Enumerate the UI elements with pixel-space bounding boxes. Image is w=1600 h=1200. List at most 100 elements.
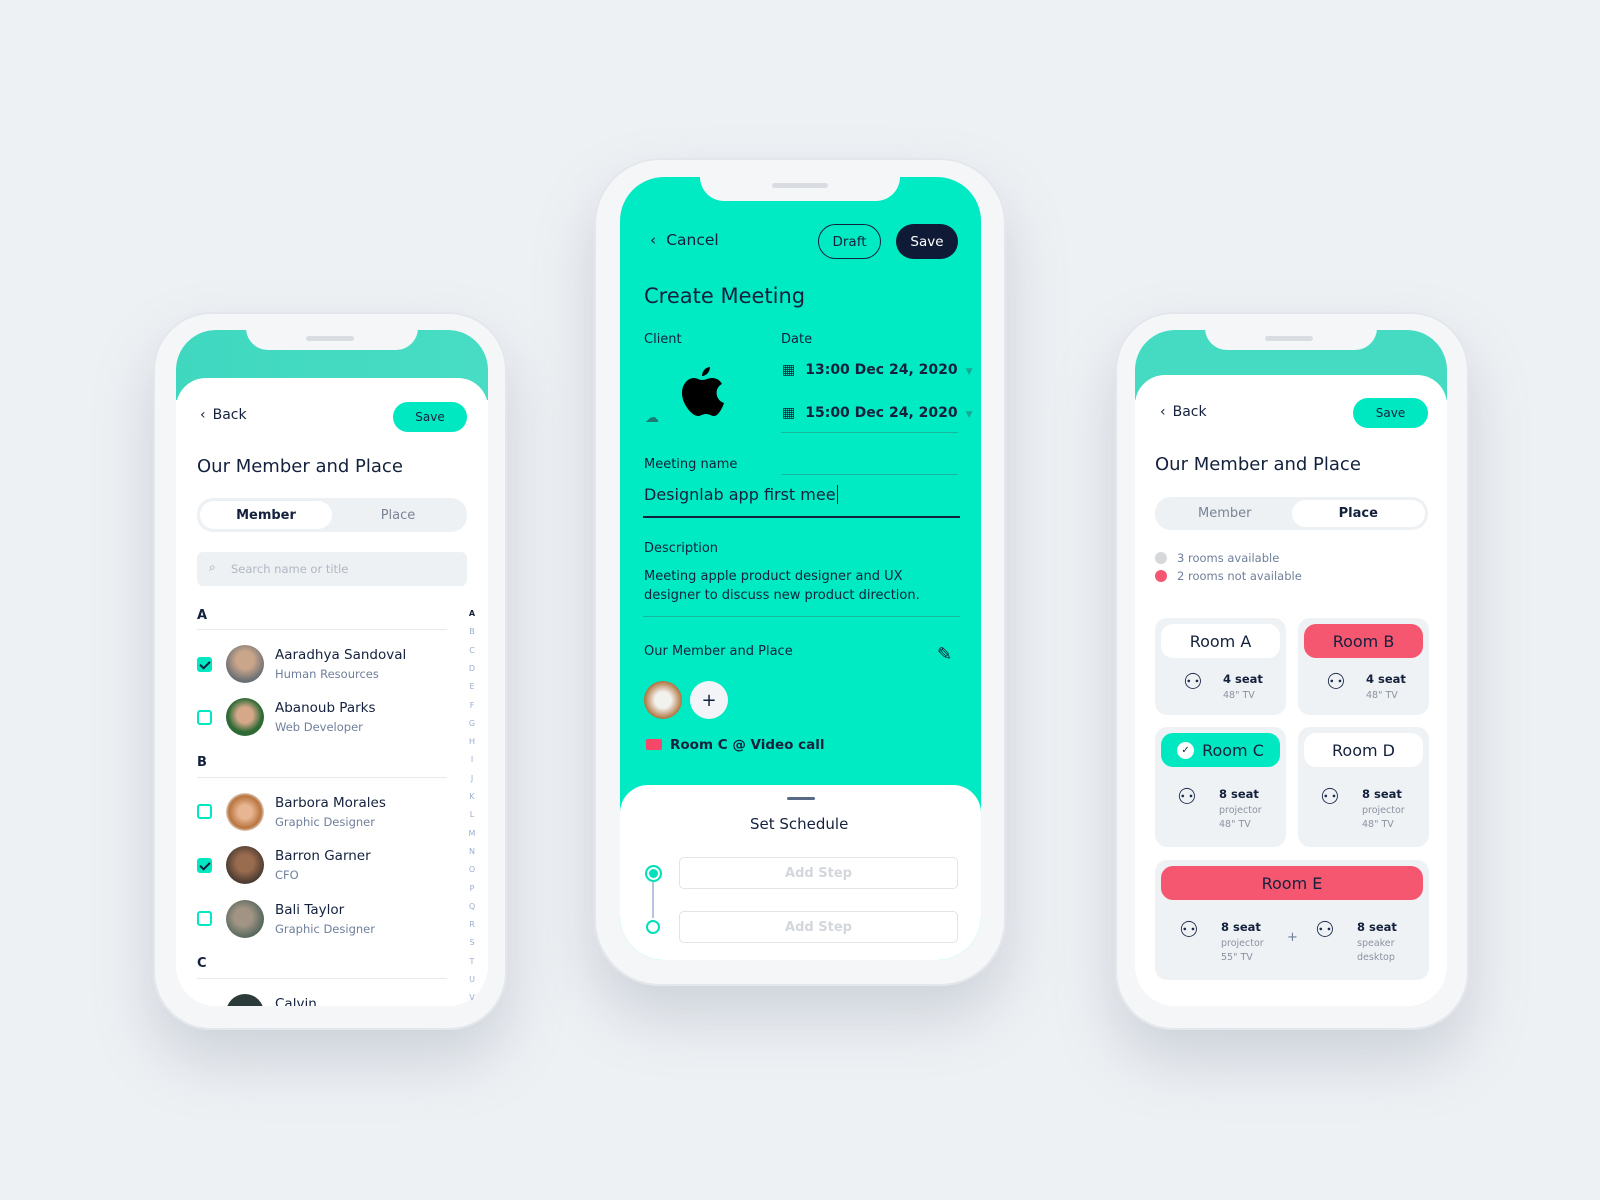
- room-spec: projector: [1219, 805, 1262, 816]
- index-letter[interactable]: P: [466, 884, 478, 893]
- index-letter[interactable]: U: [466, 975, 478, 984]
- room-spec: projector: [1362, 805, 1405, 816]
- avatar: [226, 994, 264, 1006]
- room-label: ✓ Room C: [1161, 733, 1280, 767]
- index-letter[interactable]: Q: [466, 902, 478, 911]
- client-label: Client: [644, 332, 682, 347]
- calendar-icon: ▦: [782, 362, 796, 378]
- start-date-select[interactable]: ▦ 13:00 Dec 24, 2020 ▼: [782, 362, 973, 378]
- back-button[interactable]: ‹ Back: [1160, 404, 1207, 420]
- room-spec: projector: [1221, 938, 1264, 949]
- add-step-input[interactable]: Add Step: [679, 857, 958, 889]
- index-letter[interactable]: T: [466, 957, 478, 966]
- index-letter[interactable]: N: [466, 847, 478, 856]
- back-button[interactable]: ‹ Back: [200, 407, 247, 423]
- pencil-icon[interactable]: ✎: [937, 644, 952, 665]
- room-card-e[interactable]: Room E ⚇ 8 seat projector 55" TV + ⚇ 8 s…: [1155, 860, 1429, 980]
- date-label: Date: [781, 332, 813, 347]
- check-circle-icon: ✓: [1177, 741, 1195, 759]
- index-letter[interactable]: F: [466, 701, 478, 710]
- chevron-left-icon: ‹: [650, 231, 657, 249]
- page-title: Our Member and Place: [1155, 454, 1361, 475]
- add-step-input[interactable]: Add Step: [679, 911, 958, 943]
- step-marker: [646, 920, 660, 934]
- cancel-button[interactable]: ‹ Cancel: [650, 231, 719, 249]
- caret-down-icon: ▼: [965, 410, 973, 420]
- seat-count: 8 seat: [1357, 920, 1397, 934]
- index-letter[interactable]: M: [466, 829, 478, 838]
- index-letter[interactable]: L: [466, 810, 478, 819]
- apple-logo-icon[interactable]: [677, 364, 727, 420]
- room-spec: 48" TV: [1223, 690, 1255, 701]
- tab-place[interactable]: Place: [1291, 500, 1425, 527]
- index-letter[interactable]: O: [466, 865, 478, 874]
- index-letter[interactable]: C: [466, 646, 478, 655]
- room-card-c[interactable]: ✓ Room C ⚇ 8 seat projector 48" TV: [1155, 727, 1286, 847]
- red-dot-icon: [1155, 570, 1167, 582]
- member-place-toggle: Member Place: [1155, 497, 1428, 530]
- draft-button[interactable]: Draft: [818, 224, 881, 259]
- member-role: Graphic Designer: [275, 922, 375, 936]
- avatar: [644, 681, 682, 719]
- video-camera-icon: [646, 739, 662, 750]
- description-text[interactable]: Meeting apple product designer and UX de…: [644, 568, 949, 605]
- member-name: Abanoub Parks: [275, 700, 376, 716]
- save-button[interactable]: Save: [896, 224, 958, 259]
- tab-member[interactable]: Member: [200, 501, 332, 529]
- member-checkbox[interactable]: [197, 657, 212, 672]
- member-role: CFO: [275, 868, 299, 882]
- drag-handle[interactable]: [787, 797, 815, 800]
- section-letter: C: [197, 956, 207, 971]
- divider: [197, 777, 447, 778]
- index-letter[interactable]: G: [466, 719, 478, 728]
- divider: [781, 474, 958, 475]
- index-letter[interactable]: R: [466, 920, 478, 929]
- add-member-button[interactable]: +: [690, 681, 728, 719]
- room-card-b[interactable]: Room B ⚇ 4 seat 48" TV: [1298, 618, 1429, 715]
- index-letter[interactable]: J: [466, 774, 478, 783]
- avatar: [226, 645, 264, 683]
- index-letter[interactable]: E: [466, 682, 478, 691]
- end-date-select[interactable]: ▦ 15:00 Dec 24, 2020 ▼: [782, 405, 973, 421]
- index-letter[interactable]: A: [466, 609, 478, 618]
- grey-dot-icon: [1155, 552, 1167, 564]
- room-spec: 48" TV: [1362, 819, 1394, 830]
- room-card-a[interactable]: Room A ⚇ 4 seat 48" TV: [1155, 618, 1286, 715]
- tab-place[interactable]: Place: [332, 501, 464, 529]
- member-role: Graphic Designer: [275, 815, 375, 829]
- member-checkbox[interactable]: [197, 911, 212, 926]
- meeting-name-input[interactable]: Designlab app first mee: [644, 485, 838, 504]
- divider: [781, 432, 958, 433]
- meeting-people-icon: ⚇: [1320, 785, 1340, 810]
- member-checkbox[interactable]: [197, 804, 212, 819]
- step-connector: [652, 882, 654, 918]
- index-letter[interactable]: K: [466, 792, 478, 801]
- member-name: Barbora Morales: [275, 795, 386, 811]
- room-spec: 48" TV: [1366, 690, 1398, 701]
- save-button[interactable]: Save: [1353, 398, 1428, 428]
- tab-member[interactable]: Member: [1158, 500, 1292, 527]
- upload-cloud-icon[interactable]: ☁: [645, 410, 659, 426]
- room-info: Room C @ Video call: [646, 737, 825, 753]
- room-spec: speaker: [1357, 938, 1395, 949]
- room-card-d[interactable]: Room D ⚇ 8 seat projector 48" TV: [1298, 727, 1429, 847]
- room-spec: 55" TV: [1221, 952, 1253, 963]
- search-input[interactable]: ⌕ Search name or title: [197, 552, 467, 586]
- plus-icon: +: [1287, 930, 1298, 945]
- member-checkbox[interactable]: [197, 710, 212, 725]
- room-label: Room E: [1161, 866, 1423, 900]
- save-button[interactable]: Save: [393, 402, 467, 432]
- member-checkbox[interactable]: [197, 858, 212, 873]
- index-letter[interactable]: D: [466, 664, 478, 673]
- room-label: Room B: [1304, 624, 1423, 658]
- meeting-people-icon: ⚇: [1177, 785, 1197, 810]
- index-letter[interactable]: B: [466, 627, 478, 636]
- member-role: Web Developer: [275, 720, 363, 734]
- index-letter[interactable]: H: [466, 737, 478, 746]
- index-letter[interactable]: I: [466, 755, 478, 764]
- index-letter[interactable]: S: [466, 938, 478, 947]
- section-letter: A: [197, 608, 208, 623]
- index-letter[interactable]: V: [466, 993, 478, 1002]
- seat-count: 8 seat: [1221, 920, 1261, 934]
- step-marker: [645, 865, 662, 882]
